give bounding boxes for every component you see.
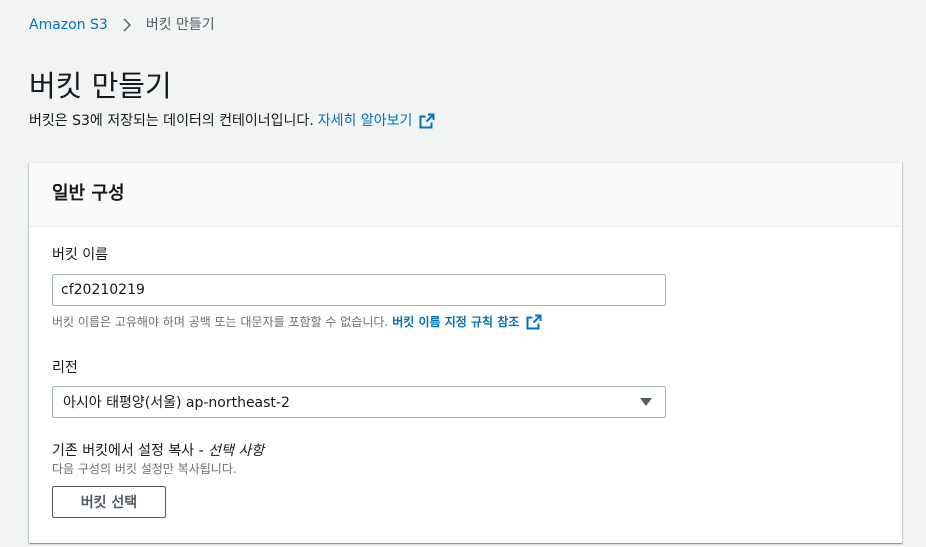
copy-settings-hint: 다음 구성의 버킷 설정만 복사됩니다. (52, 462, 237, 476)
page-description: 버킷은 S3에 저장되는 데이터의 컨테이너입니다. 자세히 알아보기 (29, 111, 435, 131)
bucket-naming-rules-link[interactable]: 버킷 이름 지정 규칙 참조 (392, 314, 542, 330)
page-title: 버킷 만들기 (29, 69, 172, 103)
create-bucket-page: Amazon S3 버킷 만들기 버킷 만들기 버킷은 S3에 저장되는 데이터… (0, 0, 926, 547)
optional-tag: 선택 사항 (208, 443, 265, 459)
copy-settings-label: 기존 버킷에서 설정 복사 - 선택 사항 (52, 441, 264, 461)
region-selected-value: 아시아 태평양(서울) ap-northeast-2 (63, 395, 290, 411)
external-link-icon (419, 113, 435, 129)
bucket-name-label: 버킷 이름 (52, 247, 108, 263)
region-select[interactable]: 아시아 태평양(서울) ap-northeast-2 (52, 386, 666, 418)
caret-down-icon (640, 398, 652, 406)
breadcrumb-current: 버킷 만들기 (145, 17, 215, 33)
bucket-name-hint: 버킷 이름은 고유해야 하며 공백 또는 대문자를 포함할 수 없습니다. 버킷… (52, 314, 542, 330)
panel-title: 일반 구성 (52, 183, 125, 204)
general-configuration-panel: 일반 구성 버킷 이름 버킷 이름은 고유해야 하며 공백 또는 대문자를 포함… (29, 162, 902, 543)
bucket-naming-rules-label: 버킷 이름 지정 규칙 참조 (392, 315, 520, 329)
chevron-right-icon (122, 18, 134, 32)
learn-more-link[interactable]: 자세히 알아보기 (318, 111, 436, 131)
learn-more-label: 자세히 알아보기 (317, 113, 413, 129)
bucket-name-input[interactable] (52, 274, 666, 306)
choose-bucket-button[interactable]: 버킷 선택 (52, 486, 166, 518)
bucket-name-hint-text: 버킷 이름은 고유해야 하며 공백 또는 대문자를 포함할 수 없습니다. (52, 315, 389, 329)
breadcrumb: Amazon S3 버킷 만들기 (29, 15, 215, 35)
copy-settings-label-text: 기존 버킷에서 설정 복사 - (52, 443, 204, 459)
page-description-text: 버킷은 S3에 저장되는 데이터의 컨테이너입니다. (29, 113, 314, 129)
region-label: 리전 (52, 360, 78, 376)
breadcrumb-amazon-s3-link[interactable]: Amazon S3 (29, 15, 108, 35)
panel-header: 일반 구성 (29, 163, 902, 227)
external-link-icon (526, 314, 542, 330)
